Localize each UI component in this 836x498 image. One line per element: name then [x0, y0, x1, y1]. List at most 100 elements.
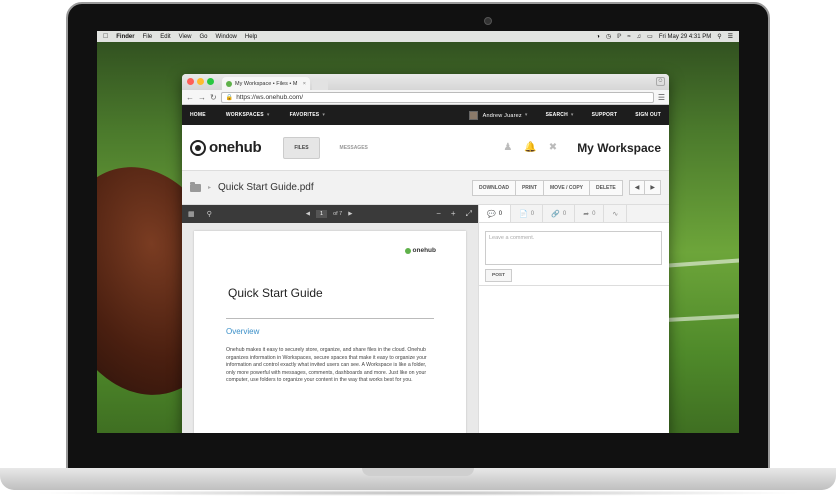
zoom-out-icon[interactable]: − [436, 209, 441, 219]
apple-icon[interactable]:  [103, 33, 108, 40]
browser-toolbar: ← → ↻ 🔒 https://ws.onehub.com/ ☰ [182, 90, 669, 105]
menu-help[interactable]: Help [245, 34, 257, 40]
user-name: Andrew Juarez [482, 112, 522, 119]
share-icon: ➦ [583, 210, 590, 218]
volume-icon[interactable]: ♫ [637, 34, 642, 40]
close-tab-icon[interactable]: × [303, 81, 306, 87]
url-bar[interactable]: 🔒 https://ws.onehub.com/ [220, 91, 654, 103]
onehub-logo-icon [190, 139, 206, 156]
nav-home[interactable]: HOME [190, 112, 206, 118]
laptop-shadow [30, 490, 806, 496]
zoom-in-icon[interactable]: + [451, 209, 456, 219]
file-nav: ◀ ▶ [628, 180, 661, 195]
comments-panel: 💬 0 📄 0 🔗 0 ➦ 0 ∿ Leave a comment. POST [478, 205, 669, 433]
document-logo-text: onehub [412, 247, 436, 254]
camera-icon [484, 17, 492, 25]
forward-icon[interactable]: → [198, 93, 206, 102]
time-machine-icon[interactable]: ◷ [606, 33, 611, 40]
bluetooth-icon[interactable]: ℙ [617, 33, 621, 40]
document-divider [226, 318, 434, 319]
move-copy-button[interactable]: MOVE / COPY [543, 179, 591, 196]
chevron-down-icon: ▾ [322, 112, 326, 118]
folder-icon[interactable] [190, 181, 201, 192]
minimize-window-icon[interactable] [197, 78, 204, 85]
nav-favorites[interactable]: FAVORITES ▾ [290, 112, 326, 118]
breadcrumb-separator-icon: ▸ [208, 185, 212, 191]
notification-icon[interactable]: ☰ [728, 33, 733, 40]
page-count: of 7 [333, 211, 343, 217]
battery-icon[interactable]: ▭ [647, 33, 653, 40]
members-icon[interactable]: ♟ [503, 142, 512, 153]
app-navbar: HOME WORKSPACES ▾ FAVORITES ▾ Andrew Juare… [182, 105, 669, 125]
reload-icon[interactable]: ↻ [210, 93, 217, 102]
maximize-window-icon[interactable] [207, 78, 214, 85]
nav-signout[interactable]: SIGN OUT [635, 112, 661, 118]
menu-finder[interactable]: Finder [116, 34, 134, 40]
onehub-logo[interactable]: onehub [190, 139, 262, 156]
nav-workspaces[interactable]: WORKSPACES ▾ [226, 112, 270, 118]
document-paragraph: Onehub makes it easy to securely store, … [226, 347, 427, 383]
close-window-icon[interactable] [187, 78, 194, 85]
tab-versions[interactable]: 📄 0 [511, 205, 544, 222]
sync-icon[interactable]: ◑ [596, 34, 600, 40]
notifications-icon[interactable]: 🔔 [524, 142, 536, 153]
browser-menu-icon[interactable]: ☰ [658, 93, 665, 102]
file-actions: DOWNLOAD PRINT MOVE / COPY DELETE [471, 179, 623, 196]
post-button[interactable]: POST [485, 269, 513, 282]
tab-files[interactable]: FILES [283, 136, 320, 159]
url-text: https://ws.onehub.com/ [236, 93, 304, 101]
browser-tabbar: My Workspace • Files • M × ☺ [182, 74, 669, 90]
zoom-controls: − + ⤢ [436, 209, 472, 219]
document-page: onehub Quick Start Guide Overview Onehub… [194, 231, 466, 433]
browser-tab[interactable]: My Workspace • Files • M × [222, 77, 310, 90]
tab-links[interactable]: 🔗 0 [543, 205, 576, 222]
previous-page-icon[interactable]: ◀ [306, 211, 310, 217]
previous-file-icon[interactable]: ◀ [628, 180, 646, 195]
menu-view[interactable]: View [179, 34, 192, 40]
panel-divider [479, 285, 669, 286]
nav-workspaces-label: WORKSPACES [225, 112, 264, 118]
activity-icon: ∿ [612, 210, 619, 218]
nav-favorites-label: FAVORITES [289, 112, 320, 118]
chevron-down-icon: ▾ [524, 112, 528, 119]
nav-support[interactable]: SUPPORT [592, 112, 618, 118]
document-icon: 📄 [519, 210, 528, 218]
avatar [468, 110, 478, 120]
new-tab-button[interactable] [312, 80, 328, 90]
back-icon[interactable]: ← [186, 93, 194, 102]
menu-go[interactable]: Go [200, 34, 208, 40]
wifi-icon[interactable]: ≈ [627, 34, 630, 40]
nav-user[interactable]: Andrew Juarez ▾ [468, 110, 528, 120]
app-header: onehub FILES MESSAGES ♟ 🔔 ✖ My Workspace [182, 125, 669, 171]
tab-comments[interactable]: 💬 0 [479, 205, 512, 222]
settings-tools-icon[interactable]: ✖ [549, 142, 557, 153]
thumbnails-icon[interactable]: ▦ [188, 210, 195, 218]
search-icon[interactable]: ⚲ [207, 210, 212, 218]
screen:  Finder File Edit View Go Window Help ◑… [97, 31, 739, 433]
comment-icon: 💬 [487, 210, 496, 218]
file-title: Quick Start Guide.pdf [218, 182, 314, 193]
tab-activity[interactable]: ∿ [604, 205, 628, 222]
download-button[interactable]: DOWNLOAD [471, 179, 516, 196]
tab-shares[interactable]: ➦ 0 [575, 205, 605, 222]
next-page-icon[interactable]: ▶ [348, 211, 352, 217]
spotlight-icon[interactable]: ⚲ [717, 33, 721, 40]
delete-button[interactable]: DELETE [590, 179, 623, 196]
menu-window[interactable]: Window [216, 34, 237, 40]
nav-search[interactable]: SEARCH ▾ [546, 112, 574, 118]
menu-file[interactable]: File [143, 34, 153, 40]
nav-search-label: SEARCH [545, 112, 568, 118]
laptop-notch [362, 468, 474, 476]
fullscreen-icon[interactable]: ⤢ [466, 209, 472, 219]
comment-input[interactable]: Leave a comment. [485, 231, 662, 265]
document-logo: onehub [404, 247, 436, 254]
print-button[interactable]: PRINT [515, 179, 544, 196]
next-file-icon[interactable]: ▶ [645, 180, 661, 195]
tab-messages[interactable]: MESSAGES [330, 138, 378, 158]
menu-edit[interactable]: Edit [160, 34, 170, 40]
profile-icon[interactable]: ☺ [656, 77, 665, 86]
logo-text: onehub [209, 139, 262, 156]
chevron-down-icon: ▾ [266, 112, 270, 118]
page-number-input[interactable]: 1 [316, 210, 328, 218]
menubar-clock[interactable]: Fri May 29 4:31 PM [659, 34, 711, 40]
